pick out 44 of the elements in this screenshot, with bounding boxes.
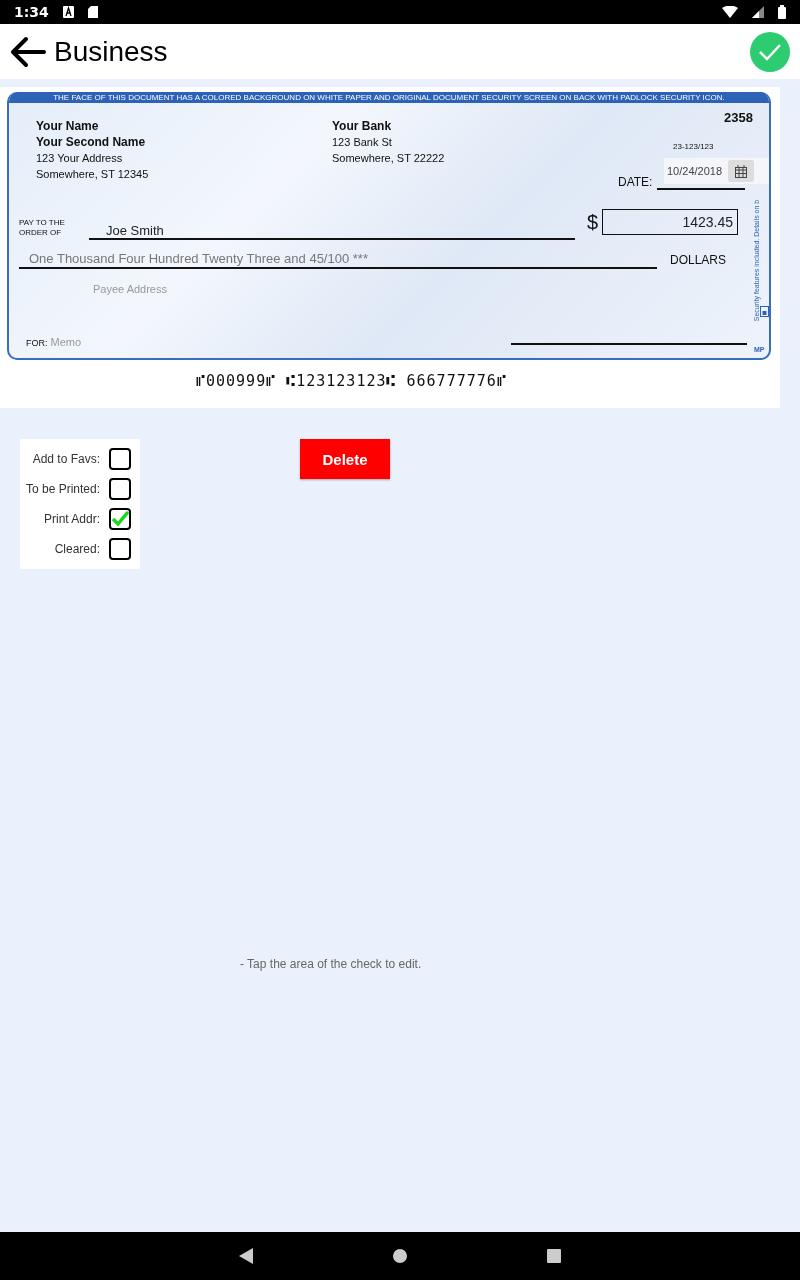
wifi-icon xyxy=(722,6,738,18)
date-field[interactable]: 10/24/2018 xyxy=(664,158,769,184)
option-label: Print Addr: xyxy=(43,512,100,526)
bank-address-line: Your Bank xyxy=(332,118,393,134)
dollar-sign: $ xyxy=(587,210,599,234)
padlock-icon xyxy=(760,306,769,317)
battery-icon xyxy=(778,5,786,19)
checkbox[interactable] xyxy=(109,508,131,530)
payee-field[interactable]: Joe Smith xyxy=(106,223,164,239)
back-nav-button[interactable] xyxy=(239,1248,253,1264)
checkbox[interactable] xyxy=(109,538,131,560)
dollars-label: DOLLARS xyxy=(670,252,727,268)
status-time: 1:34 xyxy=(14,4,49,20)
check-number: 2358 xyxy=(724,110,753,126)
date-label: DATE: xyxy=(618,174,653,190)
amount-in-words-field[interactable]: One Thousand Four Hundred Twenty Three and 45/100 *** xyxy=(29,251,368,267)
owner-address-line: Your Name xyxy=(36,118,100,134)
option-label: Add to Favs: xyxy=(32,452,100,466)
memo-field[interactable]: FOR: Memo xyxy=(26,334,82,351)
checkbox[interactable] xyxy=(109,448,131,470)
option-label: To be Printed: xyxy=(25,482,100,496)
owner-address-line: Your Second Name xyxy=(36,134,147,150)
signal-icon xyxy=(752,6,764,18)
bank-address-line: 123 Bank St xyxy=(332,135,393,150)
routing-fraction: 23-123/123 xyxy=(673,141,714,153)
amount-field[interactable]: 1423.45 xyxy=(602,209,738,235)
home-nav-button[interactable] xyxy=(393,1249,407,1263)
option-label: Cleared: xyxy=(54,542,100,556)
owner-address-line: 123 Your Address xyxy=(36,151,124,166)
edit-hint: - Tap the area of the check to edit. xyxy=(240,957,423,971)
delete-button[interactable]: Delete xyxy=(300,439,390,479)
pay-to-label: PAY TO THE ORDER OF xyxy=(19,218,66,238)
bank-address-line: Somewhere, ST 22222 xyxy=(332,151,445,166)
check-banner: THE FACE OF THIS DOCUMENT HAS A COLORED BACKGROUND ON WHITE PAPER AND ORIGINAL DOCUMENT SECURITY SCREEN ON BACK WITH PADLOCK SECURITY ICON. xyxy=(9,92,769,103)
calendar-icon xyxy=(735,164,748,178)
check-card[interactable] xyxy=(7,92,771,360)
back-button[interactable] xyxy=(10,35,46,68)
screen-title: Business xyxy=(54,35,168,68)
checkbox[interactable] xyxy=(109,478,131,500)
micr-line: ⑈000999⑈ ⑆123123123⑆ 666777776⑈ xyxy=(196,372,507,390)
keyboard-notification-icon xyxy=(62,6,74,18)
sd-card-icon xyxy=(87,6,98,18)
owner-address-line: Somewhere, ST 12345 xyxy=(36,167,149,182)
calendar-button[interactable] xyxy=(728,160,755,182)
